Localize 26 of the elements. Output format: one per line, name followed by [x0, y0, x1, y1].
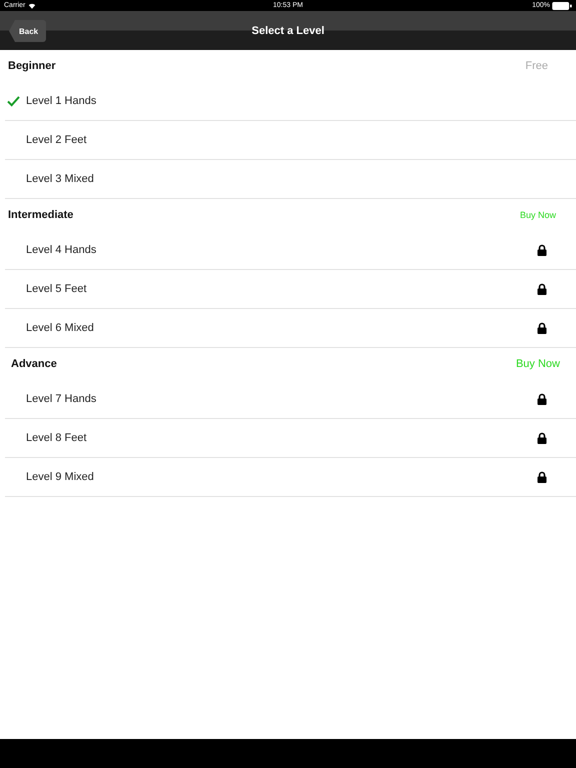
level-label: Level 9 Mixed [26, 471, 94, 483]
back-button[interactable]: Back [9, 20, 46, 42]
level-label: Level 5 Feet [26, 283, 87, 295]
level-label: Level 7 Hands [26, 393, 96, 405]
level-row[interactable]: Level 2 Feet [5, 121, 576, 160]
level-label: Level 1 Hands [26, 95, 96, 107]
section-title: Beginner [8, 60, 56, 72]
level-row[interactable]: Level 5 Feet [5, 270, 576, 309]
level-label: Level 2 Feet [26, 134, 87, 146]
level-row[interactable]: Level 9 Mixed [5, 458, 576, 497]
wifi-icon [28, 2, 36, 9]
price-label: Free [525, 60, 548, 72]
battery-icon [552, 2, 572, 10]
level-row[interactable]: Level 8 Feet [5, 419, 576, 458]
level-row[interactable]: Level 6 Mixed [5, 309, 576, 348]
section-title: Advance [11, 358, 57, 370]
level-label: Level 6 Mixed [26, 322, 94, 334]
level-row[interactable]: Level 1 Hands [5, 82, 576, 121]
level-row[interactable]: Level 7 Hands [5, 380, 576, 419]
level-label: Level 8 Feet [26, 432, 87, 444]
level-label: Level 3 Mixed [26, 173, 94, 185]
level-row[interactable]: Level 4 Hands [5, 231, 576, 270]
level-row[interactable]: Level 3 Mixed [5, 160, 576, 199]
level-label: Level 4 Hands [26, 244, 96, 256]
screen-title: Select a Level [252, 24, 324, 36]
section-title: Intermediate [8, 209, 74, 221]
